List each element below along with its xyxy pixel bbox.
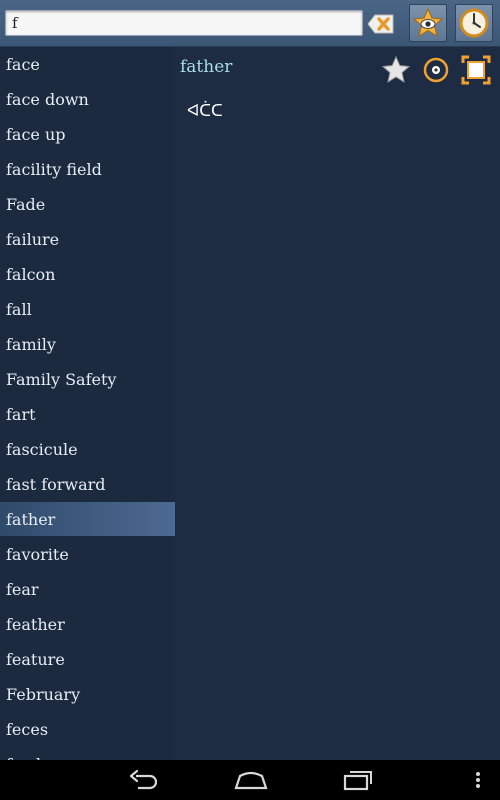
word-list-item[interactable]: feed <box>0 747 175 760</box>
detail-translation: ᐊᑖᑕ <box>187 101 223 120</box>
word-list-item[interactable]: falcon <box>0 257 175 292</box>
expand-icon[interactable] <box>461 55 491 85</box>
detail-panel: father ᐊᑖᑕ <box>175 47 500 760</box>
word-list-item[interactable]: Fade <box>0 187 175 222</box>
home-icon[interactable] <box>234 768 268 792</box>
back-icon[interactable] <box>128 768 160 792</box>
app-root: faceface downface upfacility fieldFadefa… <box>0 0 500 800</box>
word-list-item[interactable]: face down <box>0 82 175 117</box>
clock-icon <box>459 8 489 38</box>
detail-word: father <box>180 57 233 77</box>
word-list-item[interactable]: fear <box>0 572 175 607</box>
favorites-button[interactable] <box>409 4 447 42</box>
word-list-item[interactable]: feces <box>0 712 175 747</box>
word-list-item[interactable]: favorite <box>0 537 175 572</box>
star-icon[interactable] <box>381 55 411 85</box>
word-list-item[interactable]: fall <box>0 292 175 327</box>
word-list-item[interactable]: fast forward <box>0 467 175 502</box>
word-list-item[interactable]: February <box>0 677 175 712</box>
word-list-item[interactable]: face <box>0 47 175 82</box>
word-list-item[interactable]: facility field <box>0 152 175 187</box>
system-nav-bar <box>0 760 500 800</box>
speaker-icon[interactable] <box>421 55 451 85</box>
word-list-item[interactable]: Family Safety <box>0 362 175 397</box>
word-list-item[interactable]: face up <box>0 117 175 152</box>
word-list-item[interactable]: family <box>0 327 175 362</box>
top-bar <box>0 0 500 47</box>
word-list-item[interactable]: failure <box>0 222 175 257</box>
search-box[interactable] <box>5 10 363 36</box>
word-list: face face down face up facility field Fade fa… <box>0 47 175 760</box>
search-input[interactable] <box>6 11 362 35</box>
history-button[interactable] <box>455 4 493 42</box>
word-list-item[interactable]: fart <box>0 397 175 432</box>
word-list-item[interactable]: father <box>0 502 175 537</box>
menu-icon[interactable] <box>472 768 484 792</box>
clear-text-icon[interactable] <box>366 12 396 36</box>
word-list-item[interactable]: fascicule <box>0 432 175 467</box>
star-eye-icon <box>413 8 443 38</box>
recent-apps-icon[interactable] <box>341 768 373 792</box>
word-list-item[interactable]: feature <box>0 642 175 677</box>
word-list-item[interactable]: feather <box>0 607 175 642</box>
